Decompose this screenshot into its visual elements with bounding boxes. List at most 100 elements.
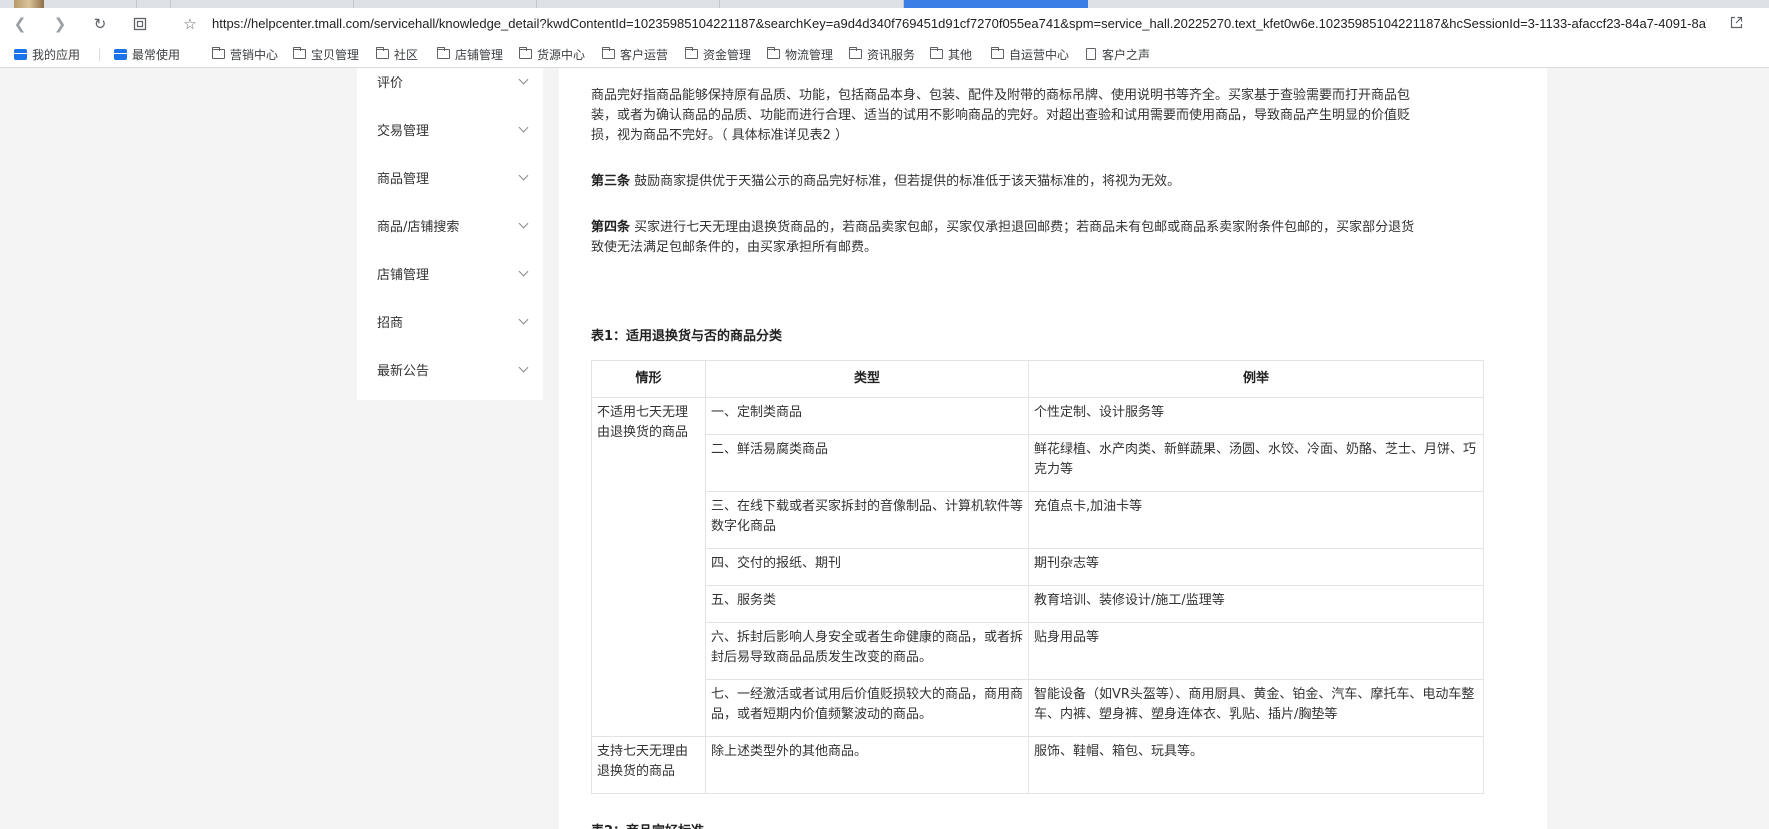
type-cell: 七、一经激活或者试用后价值贬损较大的商品，商用商品，或者短期内价值频繁波动的商品… (705, 679, 1029, 737)
bookmark-separator (99, 48, 100, 61)
folder-icon (767, 47, 780, 59)
bookmark-label: 客户运营 (620, 47, 669, 62)
bookmark-label: 物流管理 (785, 47, 834, 62)
type-cell: 四、交付的报纸、期刊 (705, 548, 1029, 586)
next-section-heading: 表2：商品完好标准 (591, 822, 704, 829)
app-icon (114, 48, 127, 60)
browser-tab[interactable] (137, 0, 171, 8)
browser-tab[interactable] (0, 0, 137, 8)
browser-tab[interactable] (354, 0, 537, 8)
example-cell: 期刊杂志等 (1028, 548, 1484, 586)
folder-icon (212, 47, 225, 59)
type-cell: 六、拆封后影响人身安全或者生命健康的商品，或者拆封后易导致商品品质发生改变的商品… (705, 622, 1029, 680)
bookmark-label: 货源中心 (537, 47, 586, 62)
folder-icon (293, 47, 306, 59)
group-cell-applicable: 支持七天无理由退换货的商品 (591, 736, 706, 794)
article-text: 买家进行七天无理由退换货商品的，若商品卖家包邮，买家仅承担退回邮费；若商品未有包… (630, 220, 1415, 235)
sidebar-item-search[interactable]: 商品/店铺搜索 (377, 215, 537, 235)
paragraph-line: 商品完好指商品能够保持原有品质、功能，包括商品本身、包装、配件及附带的商标吊牌、… (591, 88, 1411, 103)
browser-tab[interactable] (537, 0, 720, 8)
bookmark-folder[interactable]: 资金管理 (685, 45, 751, 63)
sidebar-item-label: 商品/店铺搜索 (377, 219, 460, 235)
reload-icon[interactable]: ↻ (88, 12, 112, 36)
folder-icon (991, 47, 1004, 59)
bookmark-folder[interactable]: 宝贝管理 (293, 45, 359, 63)
bookmark-label: 宝贝管理 (311, 47, 360, 62)
example-cell: 个性定制、设计服务等 (1028, 397, 1484, 435)
table-row: 二、鲜活易腐类商品 鲜花绿植、水产肉类、新鲜蔬果、汤圆、水饺、冷面、奶酪、芝士、… (592, 434, 1484, 492)
table-title: 表1：适用退换货与否的商品分类 (591, 329, 783, 344)
browser-toolbar: ❮ ❯ ↻ ☆ https://helpcenter.tmall.com/ser… (0, 8, 1769, 40)
table-row: 不适用七天无理由退换货的商品 一、定制类商品 个性定制、设计服务等 (591, 397, 1484, 737)
folder-icon (519, 47, 532, 59)
article-3-paragraph: 第三条 鼓励商家提供优于天猫公示的商品完好标准，但若提供的标准低于该天猫标准的，… (591, 172, 1483, 192)
bookmark-my-apps[interactable]: 我的应用 (14, 45, 80, 63)
chevron-down-icon (518, 218, 529, 229)
sidebar-item-trade[interactable]: 交易管理 (377, 119, 537, 139)
bookmark-label: 营销中心 (230, 47, 279, 62)
bookmark-folder[interactable]: 营销中心 (212, 45, 278, 63)
bookmarks-bar: 我的应用 最常使用 营销中心 宝贝管理 社区 店铺管理 货源中心 客户运营 资金… (0, 40, 1769, 68)
bookmark-folder[interactable]: 自运营中心 (991, 45, 1069, 63)
forward-arrow-icon[interactable]: ❯ (48, 12, 72, 36)
table-row: 三、在线下载或者买家拆封的音像制品、计算机软件等数字化商品 充值点卡,加油卡等 (592, 491, 1484, 549)
intact-definition-paragraph: 商品完好指商品能够保持原有品质、功能，包括商品本身、包装、配件及附带的商标吊牌、… (591, 86, 1483, 146)
address-bar[interactable]: https://helpcenter.tmall.com/servicehall… (212, 16, 1707, 31)
browser-tab[interactable] (171, 0, 354, 8)
table-row: 七、一经激活或者试用后价值贬损较大的商品，商用商品，或者短期内价值频繁波动的商品… (592, 679, 1484, 737)
bookmark-star-icon[interactable]: ☆ (178, 12, 202, 36)
bookmark-label: 资金管理 (703, 47, 752, 62)
sidebar-item-label: 评价 (377, 75, 404, 91)
bookmark-folder[interactable]: 物流管理 (767, 45, 833, 63)
browser-tab-active[interactable] (904, 0, 1088, 8)
sidebar-item-goods[interactable]: 商品管理 (377, 167, 537, 187)
chevron-down-icon (518, 362, 529, 373)
sidebar-item-merchants[interactable]: 招商 (377, 311, 537, 331)
sidebar-item-label: 商品管理 (377, 171, 430, 187)
bookmark-folder[interactable]: 货源中心 (519, 45, 585, 63)
chevron-down-icon (518, 170, 529, 181)
bookmark-label: 店铺管理 (455, 47, 504, 62)
bookmark-folder[interactable]: 资讯服务 (849, 45, 915, 63)
bookmark-voice-of-customer[interactable]: 客户之声 (1086, 45, 1150, 63)
sidebar-item-reviews[interactable]: 评价 (377, 71, 537, 91)
type-cell: 五、服务类 (705, 585, 1029, 623)
chevron-down-icon (518, 122, 529, 133)
example-cell: 智能设备（如VR头盔等）、商用厨具、黄金、铂金、汽车、摩托车、电动车整车、内裤、… (1028, 679, 1484, 737)
bookmark-folder[interactable]: 客户运营 (602, 45, 668, 63)
bookmark-most-used[interactable]: 最常使用 (114, 45, 180, 63)
bookmark-label: 自运营中心 (1009, 47, 1070, 62)
sidebar-item-label: 最新公告 (377, 363, 430, 379)
folder-icon (685, 47, 698, 59)
sidebar-item-shop[interactable]: 店铺管理 (377, 263, 537, 283)
bookmark-folder[interactable]: 社区 (376, 45, 418, 63)
goods-category-table: 情形 类型 例举 不适用七天无理由退换货的商品 一、定制类商品 个性定制、设计服… (591, 360, 1484, 794)
sidebar-item-label: 交易管理 (377, 123, 430, 139)
chevron-down-icon (518, 266, 529, 277)
article-label: 第四条 (591, 220, 631, 235)
example-cell: 贴身用品等 (1028, 622, 1484, 680)
back-arrow-icon[interactable]: ❮ (8, 12, 32, 36)
tab-strip (0, 0, 1769, 8)
example-cell: 充值点卡,加油卡等 (1028, 491, 1484, 549)
example-cell: 鲜花绿植、水产肉类、新鲜蔬果、汤圆、水饺、冷面、奶酪、芝士、月饼、巧克力等 (1028, 434, 1484, 492)
bookmark-label: 客户之声 (1102, 47, 1151, 62)
type-cell: 三、在线下载或者买家拆封的音像制品、计算机软件等数字化商品 (705, 491, 1029, 549)
group-cell-not-applicable: 不适用七天无理由退换货的商品 (591, 397, 706, 737)
bookmark-folder[interactable]: 店铺管理 (437, 45, 503, 63)
folder-icon (376, 47, 389, 59)
bookmark-folder[interactable]: 其他 (930, 45, 972, 63)
browser-tab[interactable] (720, 0, 904, 8)
bookmark-label: 最常使用 (132, 47, 181, 62)
home-icon[interactable] (128, 12, 152, 36)
table-row: 五、服务类 教育培训、装修设计/施工/监理等 (592, 585, 1484, 623)
folder-icon (930, 47, 943, 59)
bookmark-label: 我的应用 (32, 47, 81, 62)
sidebar-item-announcements[interactable]: 最新公告 (377, 359, 537, 379)
bookmark-label: 资讯服务 (867, 47, 916, 62)
bookmark-label: 社区 (394, 47, 419, 62)
paragraph-line: 损，视为商品不完好。（ 具体标准详见表2 ） (591, 128, 849, 143)
open-external-icon[interactable] (1730, 16, 1743, 33)
column-header-examples: 例举 (1028, 360, 1484, 398)
folder-icon (849, 47, 862, 59)
